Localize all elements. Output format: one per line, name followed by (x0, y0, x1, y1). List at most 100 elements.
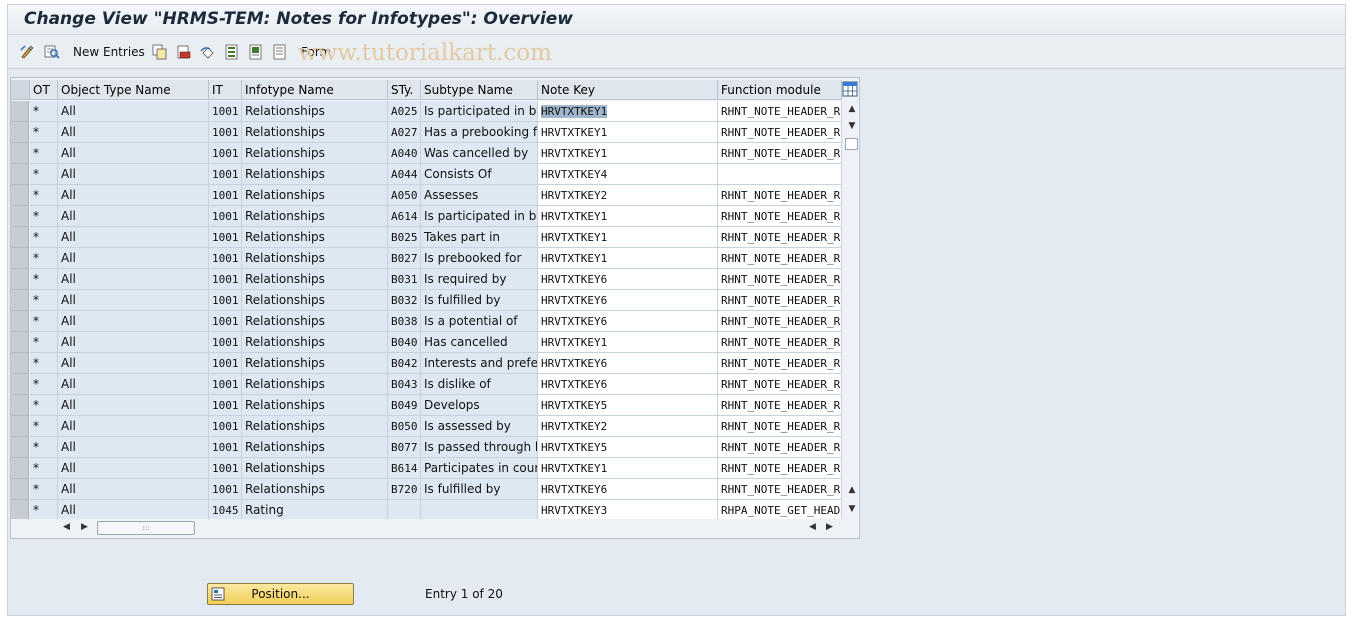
cell-function-module[interactable]: RHNT_NOTE_HEADER_R (718, 311, 842, 332)
cell-note-key[interactable]: HRVTXTKEY6 (538, 269, 718, 290)
scroll-right-icon[interactable]: ▶ (81, 522, 88, 532)
column-header-it[interactable]: IT (209, 80, 242, 100)
column-header-note-key[interactable]: Note Key (538, 80, 718, 100)
undo-icon[interactable] (200, 44, 216, 60)
row-selector[interactable] (11, 479, 29, 500)
position-button[interactable]: Position... (207, 583, 354, 605)
scroll-page-down-icon[interactable]: ▼ (846, 503, 858, 515)
row-selector[interactable] (11, 353, 29, 374)
row-selector[interactable] (11, 500, 29, 519)
row-selector[interactable] (11, 269, 29, 290)
cell-object-type-name-text: All (61, 167, 76, 181)
form-button[interactable]: Form (301, 45, 331, 59)
cell-note-key[interactable]: HRVTXTKEY6 (538, 290, 718, 311)
new-entries-button[interactable]: New Entries (73, 45, 145, 59)
cell-subtype-name: Is dislike of (421, 374, 538, 395)
column-header-subtype[interactable]: STy. (388, 80, 421, 100)
row-selector[interactable] (11, 416, 29, 437)
row-selector[interactable] (11, 290, 29, 311)
column-header-function-module[interactable]: Function module (718, 80, 842, 100)
cell-note-key[interactable]: HRVTXTKEY1 (538, 101, 718, 122)
cell-function-module[interactable]: RHNT_NOTE_HEADER_R (718, 227, 842, 248)
cell-note-key[interactable]: HRVTXTKEY1 (538, 332, 718, 353)
scroll-far-left-icon[interactable]: ◀ (809, 522, 816, 532)
display-details-icon[interactable] (44, 44, 60, 60)
horizontal-scroll-thumb[interactable]: ::: (97, 521, 195, 535)
horizontal-scrollbar[interactable]: ◀ ▶ ::: ◀ ▶ (11, 519, 859, 537)
vertical-scrollbar[interactable]: ▲ ▼ ▲ ▼ (844, 101, 859, 519)
cell-note-key[interactable]: HRVTXTKEY5 (538, 437, 718, 458)
table-row: * All 1001 Relationships B042 Interests and p… (11, 353, 842, 374)
cell-infotype-name: Relationships (242, 227, 388, 248)
row-selector[interactable] (11, 101, 29, 122)
row-selector[interactable] (11, 437, 29, 458)
row-selector[interactable] (11, 185, 29, 206)
row-selector[interactable] (11, 332, 29, 353)
cell-function-module[interactable]: RHNT_NOTE_HEADER_R (718, 458, 842, 479)
cell-function-module[interactable]: RHNT_NOTE_HEADER_R (718, 290, 842, 311)
cell-note-key[interactable]: HRVTXTKEY6 (538, 311, 718, 332)
cell-note-key[interactable]: HRVTXTKEY4 (538, 164, 718, 185)
column-header-infotype-name[interactable]: Infotype Name (242, 80, 388, 100)
cell-note-key[interactable]: HRVTXTKEY1 (538, 248, 718, 269)
row-selector[interactable] (11, 395, 29, 416)
scroll-thumb[interactable] (845, 138, 858, 150)
column-header-ot[interactable]: OT (30, 80, 58, 100)
cell-note-key[interactable]: HRVTXTKEY1 (538, 206, 718, 227)
cell-function-module[interactable]: RHNT_NOTE_HEADER_R (718, 374, 842, 395)
cell-function-module[interactable]: RHNT_NOTE_HEADER_R (718, 353, 842, 374)
cell-function-module[interactable]: RHNT_NOTE_HEADER_R (718, 416, 842, 437)
cell-subtype-name-text: Consists Of (424, 167, 492, 181)
select-block-icon[interactable] (248, 44, 264, 60)
column-header-subtype-name[interactable]: Subtype Name (421, 80, 538, 100)
table-row: * All 1001 Relationships A044 Consists Of HRVT… (11, 164, 842, 185)
row-selector[interactable] (11, 143, 29, 164)
delete-icon[interactable] (176, 44, 192, 60)
row-selector[interactable] (11, 227, 29, 248)
cell-note-key[interactable]: HRVTXTKEY1 (538, 122, 718, 143)
copy-icon[interactable] (152, 44, 168, 60)
cell-note-key[interactable]: HRVTXTKEY3 (538, 500, 718, 519)
row-selector[interactable] (11, 311, 29, 332)
select-all-column-header[interactable] (11, 80, 30, 100)
cell-note-key[interactable]: HRVTXTKEY6 (538, 479, 718, 500)
row-selector[interactable] (11, 164, 29, 185)
row-selector[interactable] (11, 374, 29, 395)
row-selector[interactable] (11, 458, 29, 479)
cell-note-key[interactable]: HRVTXTKEY1 (538, 227, 718, 248)
cell-note-key[interactable]: HRVTXTKEY6 (538, 353, 718, 374)
deselect-all-icon[interactable] (272, 44, 288, 60)
cell-function-module[interactable]: RHNT_NOTE_HEADER_R (718, 206, 842, 227)
cell-note-key[interactable]: HRVTXTKEY1 (538, 143, 718, 164)
cell-note-key-text: HRVTXTKEY1 (541, 252, 608, 265)
scroll-down-icon[interactable]: ▼ (846, 120, 858, 132)
row-selector[interactable] (11, 122, 29, 143)
scroll-page-up-icon[interactable]: ▲ (846, 484, 858, 496)
cell-note-key[interactable]: HRVTXTKEY1 (538, 458, 718, 479)
cell-note-key[interactable]: HRVTXTKEY2 (538, 185, 718, 206)
cell-function-module[interactable] (718, 164, 842, 185)
scroll-left-icon[interactable]: ◀ (63, 522, 70, 532)
cell-note-key[interactable]: HRVTXTKEY2 (538, 416, 718, 437)
select-all-icon[interactable] (224, 44, 240, 60)
scroll-up-icon[interactable]: ▲ (846, 103, 858, 115)
table-settings-icon[interactable] (842, 81, 858, 97)
cell-function-module[interactable]: RHNT_NOTE_HEADER_R (718, 437, 842, 458)
cell-function-module[interactable]: RHNT_NOTE_HEADER_R (718, 122, 842, 143)
cell-function-module[interactable]: RHNT_NOTE_HEADER_R (718, 269, 842, 290)
cell-note-key[interactable]: HRVTXTKEY5 (538, 395, 718, 416)
cell-function-module[interactable]: RHNT_NOTE_HEADER_R (718, 395, 842, 416)
cell-function-module[interactable]: RHNT_NOTE_HEADER_R (718, 185, 842, 206)
cell-function-module[interactable]: RHNT_NOTE_HEADER_R (718, 332, 842, 353)
cell-function-module[interactable]: RHNT_NOTE_HEADER_R (718, 143, 842, 164)
cell-function-module[interactable]: RHPA_NOTE_GET_HEADER (718, 500, 842, 519)
row-selector[interactable] (11, 206, 29, 227)
cell-note-key[interactable]: HRVTXTKEY6 (538, 374, 718, 395)
scroll-far-right-icon[interactable]: ▶ (826, 522, 833, 532)
row-selector[interactable] (11, 248, 29, 269)
column-header-object-type-name[interactable]: Object Type Name (58, 80, 209, 100)
cell-function-module[interactable]: RHNT_NOTE_HEADER_R (718, 248, 842, 269)
cell-function-module[interactable]: RHNT_NOTE_HEADER_R (718, 479, 842, 500)
cell-function-module[interactable]: RHNT_NOTE_HEADER_R (718, 101, 842, 122)
display-change-icon[interactable] (20, 44, 36, 60)
